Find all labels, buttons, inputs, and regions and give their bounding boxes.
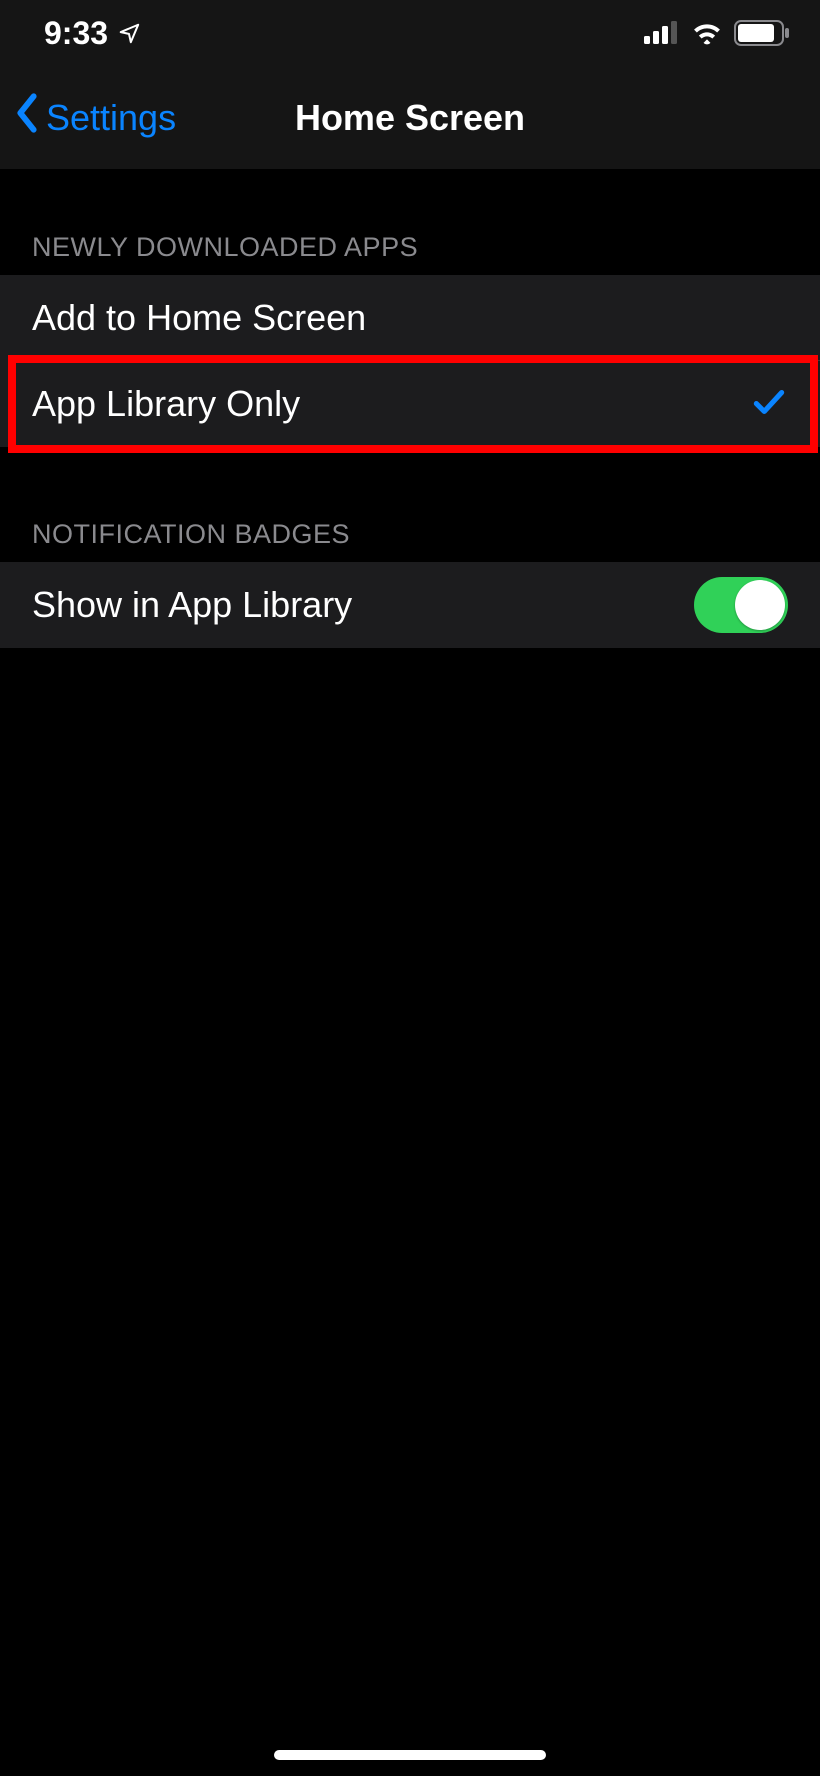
status-bar: 9:33 xyxy=(0,0,820,66)
toggle-knob xyxy=(735,580,785,630)
toggle-show-in-app-library[interactable] xyxy=(694,577,788,633)
checkmark-icon xyxy=(750,383,788,426)
cellular-signal-icon xyxy=(644,21,680,45)
section-header-notification-badges: Notification Badges xyxy=(0,447,820,562)
row-label: Add to Home Screen xyxy=(32,297,366,339)
row-label: App Library Only xyxy=(32,383,300,425)
back-label: Settings xyxy=(46,97,176,139)
option-add-to-home-screen[interactable]: Add to Home Screen xyxy=(0,275,820,361)
status-right xyxy=(644,20,790,46)
location-icon xyxy=(118,22,140,44)
nav-bar: Settings Home Screen xyxy=(0,66,820,170)
option-app-library-only[interactable]: App Library Only xyxy=(0,361,820,447)
row-show-in-app-library: Show in App Library xyxy=(0,562,820,648)
page-title: Home Screen xyxy=(295,97,525,139)
wifi-icon xyxy=(690,21,724,45)
row-label: Show in App Library xyxy=(32,584,352,626)
home-indicator xyxy=(274,1750,546,1760)
chevron-left-icon xyxy=(14,93,40,142)
group-notification-badges: Show in App Library xyxy=(0,562,820,648)
battery-icon xyxy=(734,20,790,46)
group-newly-downloaded: Add to Home Screen App Library Only xyxy=(0,275,820,447)
back-button[interactable]: Settings xyxy=(14,93,176,142)
section-header-newly-downloaded: Newly Downloaded Apps xyxy=(0,170,820,275)
status-left: 9:33 xyxy=(44,15,140,52)
status-time: 9:33 xyxy=(44,15,108,52)
